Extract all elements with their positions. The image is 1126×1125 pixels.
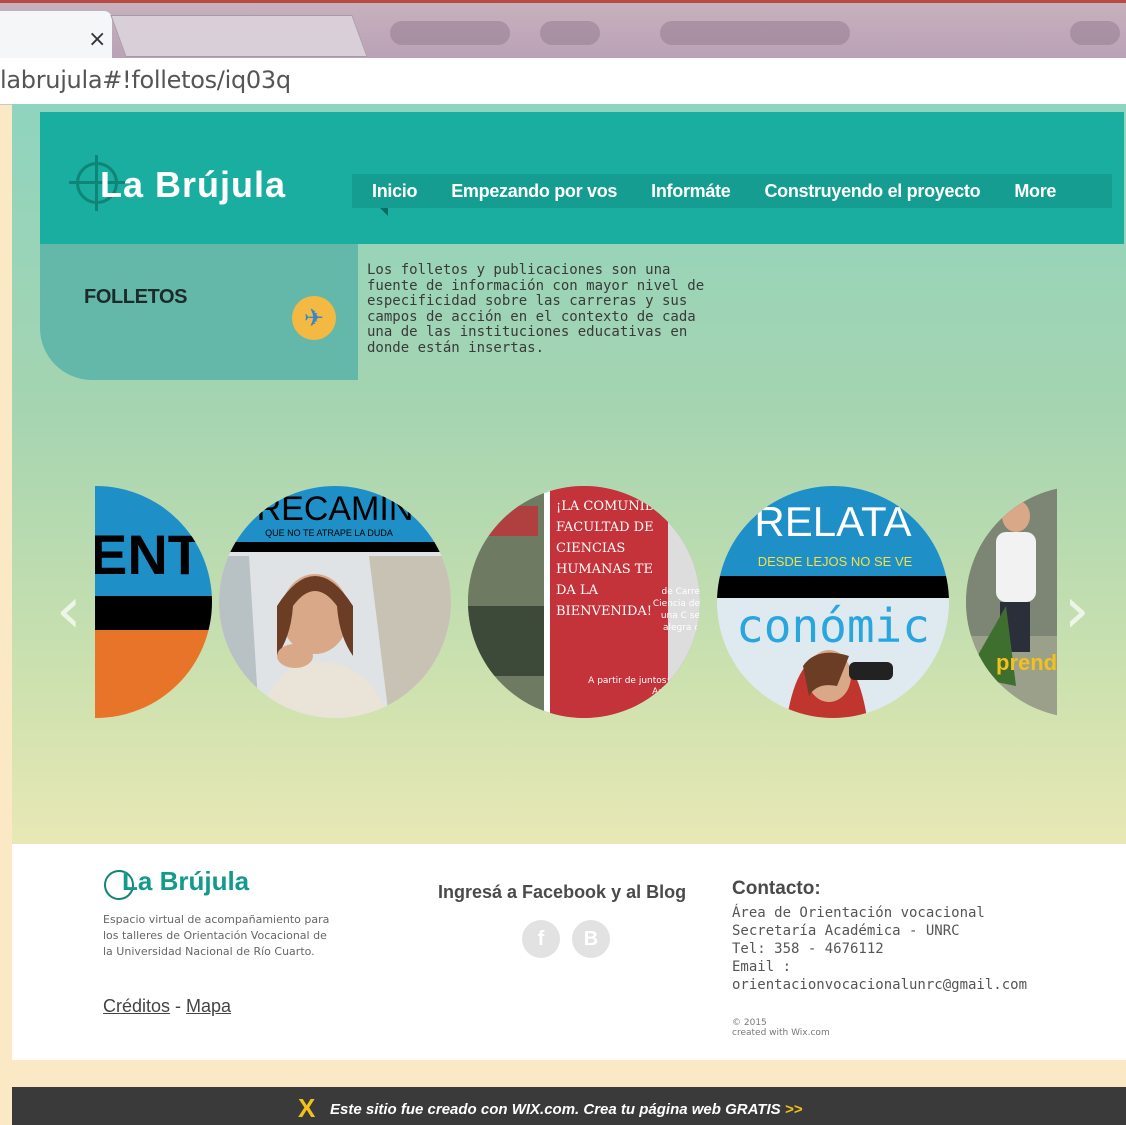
link-separator: - (170, 996, 187, 1016)
footer-logo[interactable]: La Brújula (122, 866, 249, 897)
background-tab[interactable] (390, 21, 510, 45)
gallery-prev-arrow[interactable]: ‹ (56, 574, 82, 648)
footer-tagline: Espacio virtual de acompañamiento para l… (103, 913, 330, 958)
gallery-item[interactable]: prend iante (966, 486, 1057, 718)
contact-heading: Contacto: (732, 878, 821, 899)
map-link[interactable]: Mapa (186, 996, 231, 1016)
copyright: © 2015 created with Wix.com (732, 1018, 830, 1038)
active-browser-tab[interactable]: × (0, 11, 112, 59)
gallery-side-text: de Carre Ciencia de una C se alegra d (652, 587, 700, 633)
credits-link[interactable]: Créditos (103, 996, 170, 1016)
background-tab[interactable] (660, 21, 850, 45)
footer-links: Créditos - Mapa (103, 996, 231, 1017)
site-footer: La Brújula Espacio virtual de acompañami… (12, 844, 1126, 1060)
wix-arrow: >> (784, 1101, 803, 1118)
gallery-item-text: ENT (95, 523, 202, 586)
gallery-bottom-text: A partir de juntos: Vos Adminis (588, 676, 688, 697)
blogger-icon[interactable]: B (572, 920, 610, 958)
gallery-item-subtitle: DESDE LEJOS NO SE VE (758, 554, 913, 569)
wix-banner-label: Este sitio fue creado con WIX.com. Crea … (330, 1101, 785, 1118)
inactive-browser-tab[interactable] (110, 15, 368, 57)
gallery-item-title: RELATA (754, 498, 911, 545)
gallery-item-title: RECAMIN (257, 490, 414, 528)
background-tab[interactable] (540, 21, 600, 45)
gallery-image: RECAMIN QUE NO TE ATRAPE LA DUDA (219, 486, 451, 718)
wix-banner-text[interactable]: Este sitio fue creado con WIX.com. Crea … (330, 1101, 802, 1118)
background-tab[interactable] (1070, 21, 1120, 45)
gallery-next-arrow[interactable]: › (1064, 574, 1090, 648)
gallery-item[interactable]: RECAMIN QUE NO TE ATRAPE LA DUDA (219, 486, 451, 718)
gallery-item-subtitle: QUE NO TE ATRAPE LA DUDA (265, 528, 393, 538)
address-bar[interactable]: labrujula#!folletos/iq03q (0, 58, 1126, 105)
gallery-item-text: prend iante (996, 650, 1057, 675)
gallery-item-text: conómic (736, 599, 930, 653)
page-content: La Brújula Inicio Empezando por vos Info… (12, 104, 1126, 844)
wix-banner[interactable]: X Este sitio fue creado con WIX.com. Cre… (12, 1087, 1126, 1125)
url-text[interactable]: labrujula#!folletos/iq03q (0, 66, 291, 94)
facebook-icon[interactable]: f (522, 920, 560, 958)
close-tab-icon[interactable]: × (88, 27, 106, 52)
gallery-image: prend iante (966, 486, 1057, 718)
gallery-image: ¡LA COMUNIDA FACULTAD DE CIENCIAS HUMANA… (468, 486, 700, 718)
wix-logo-icon: X (298, 1093, 316, 1123)
contact-details: Área de Orientación vocacional Secretarí… (732, 905, 1028, 993)
social-heading: Ingresá a Facebook y al Blog (438, 882, 687, 902)
gallery-image: RELATA DESDE LEJOS NO SE VE conómic (717, 486, 949, 718)
gallery-item[interactable]: RELATA DESDE LEJOS NO SE VE conómic (717, 486, 949, 718)
gallery-image: ENT (95, 486, 212, 718)
browser-tab-bar: × (0, 0, 1126, 59)
gallery-item[interactable]: ¡LA COMUNIDA FACULTAD DE CIENCIAS HUMANA… (468, 486, 700, 718)
gallery-item[interactable]: ENT (95, 486, 212, 718)
brochure-gallery: ENT RECAMIN QUE NO TE ATRAPE LA DUDA ¡LA… (95, 104, 1057, 844)
